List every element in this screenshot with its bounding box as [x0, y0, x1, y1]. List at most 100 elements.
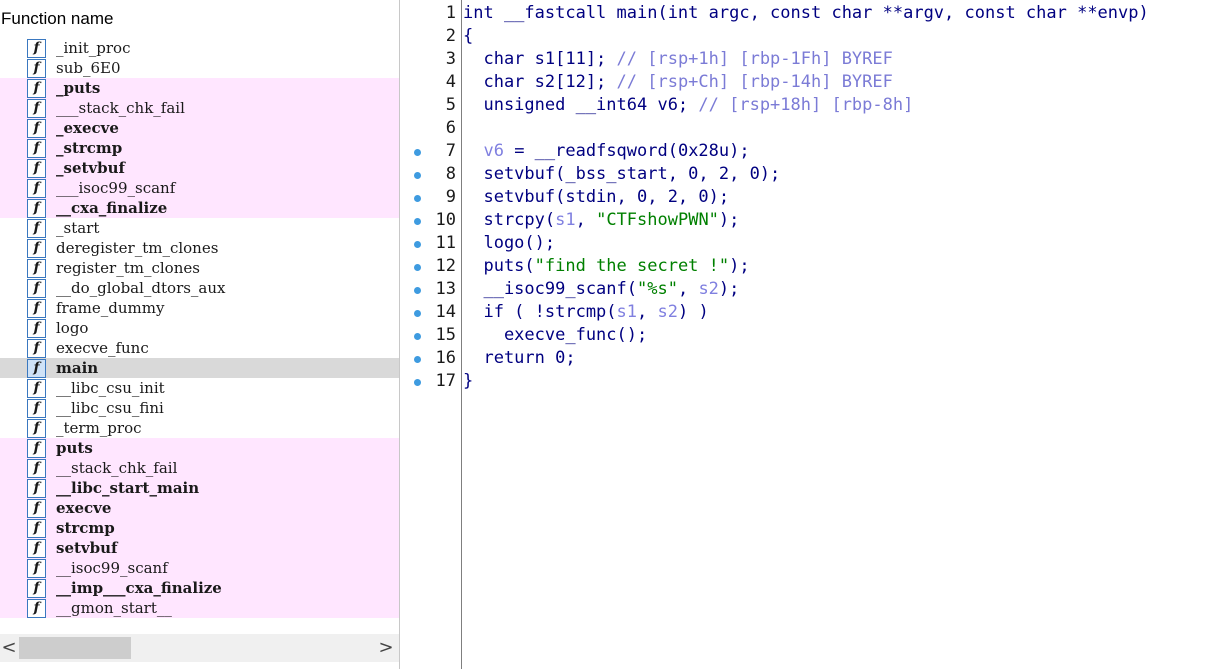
code-line[interactable]: 1 int __fastcall main(int argc, const cha… — [401, 2, 1221, 25]
function-item[interactable]: f execve — [0, 498, 399, 518]
function-item[interactable]: f ___stack_chk_fail — [0, 98, 399, 118]
code-line[interactable]: 10 strcpy(s1, "CTFshowPWN"); — [401, 209, 1221, 232]
function-icon: f — [27, 519, 46, 538]
function-item[interactable]: f __libc_csu_fini — [0, 398, 399, 418]
function-name: setvbuf — [56, 539, 118, 557]
function-icon: f — [27, 119, 46, 138]
function-item[interactable]: f _puts — [0, 78, 399, 98]
line-number: 9 — [445, 187, 456, 207]
code-line[interactable]: 7 v6 = __readfsqword(0x28u); — [401, 140, 1221, 163]
function-item[interactable]: f __do_global_dtors_aux — [0, 278, 399, 298]
function-name: _init_proc — [56, 39, 131, 57]
function-item[interactable]: f frame_dummy — [0, 298, 399, 318]
code-token: , — [575, 210, 597, 230]
code-line[interactable]: 15 execve_func(); — [401, 324, 1221, 347]
function-icon: f — [27, 319, 46, 338]
code-text: strcpy(s1, "CTFshowPWN"); — [463, 209, 739, 232]
function-name: _puts — [56, 79, 101, 97]
code-line[interactable]: 2{ — [401, 25, 1221, 48]
code-line[interactable]: 12 puts("find the secret !"); — [401, 255, 1221, 278]
function-item[interactable]: f deregister_tm_clones — [0, 238, 399, 258]
code-token: , — [677, 279, 699, 299]
function-item[interactable]: f __imp___cxa_finalize — [0, 578, 399, 598]
function-item[interactable]: f _strcmp — [0, 138, 399, 158]
function-item[interactable]: f __isoc99_scanf — [0, 558, 399, 578]
function-icon: f — [27, 39, 46, 58]
function-item[interactable]: f register_tm_clones — [0, 258, 399, 278]
function-item[interactable]: f setvbuf — [0, 538, 399, 558]
code-token: "CTFshowPWN" — [596, 210, 719, 230]
function-icon: f — [27, 339, 46, 358]
code-token: // [rsp+1h] [rbp-1Fh] BYREF — [616, 49, 893, 69]
scroll-thumb[interactable] — [19, 637, 131, 659]
function-item[interactable]: f __libc_start_main — [0, 478, 399, 498]
function-item[interactable]: f _init_proc — [0, 38, 399, 58]
function-icon: f — [27, 479, 46, 498]
function-icon: f — [27, 459, 46, 478]
function-name: __do_global_dtors_aux — [56, 279, 226, 297]
code-line[interactable]: 3 char s1[11]; // [rsp+1h] [rbp-1Fh] BYR… — [401, 48, 1221, 71]
code-text: __isoc99_scanf("%s", s2); — [463, 278, 739, 301]
line-number: 10 — [435, 210, 456, 230]
code-token: ); — [718, 210, 740, 230]
function-item[interactable]: f ___isoc99_scanf — [0, 178, 399, 198]
function-icon: f — [27, 599, 46, 618]
code-text: } — [463, 370, 473, 393]
code-token: if ( !strcmp( — [463, 302, 617, 322]
line-number: 16 — [435, 348, 456, 368]
function-name: puts — [56, 439, 93, 457]
code-token: puts( — [463, 256, 535, 276]
code-line[interactable]: 16 return 0; — [401, 347, 1221, 370]
function-icon: f — [27, 439, 46, 458]
code-token: char s2[12]; — [463, 72, 617, 92]
code-token: logo(); — [463, 233, 556, 253]
code-text: if ( !strcmp(s1, s2) ) — [463, 301, 709, 324]
code-line[interactable]: 6 — [401, 117, 1221, 140]
code-line[interactable]: 11 logo(); — [401, 232, 1221, 255]
function-item[interactable]: f _setvbuf — [0, 158, 399, 178]
functions-horizontal-scrollbar[interactable]: < > — [0, 634, 399, 662]
line-number: 3 — [445, 49, 456, 69]
code-token: s1 — [555, 210, 576, 230]
function-item[interactable]: f __libc_csu_init — [0, 378, 399, 398]
function-icon: f — [27, 399, 46, 418]
code-line[interactable]: 8 setvbuf(_bss_start, 0, 2, 0); — [401, 163, 1221, 186]
function-item[interactable]: f puts — [0, 438, 399, 458]
code-line[interactable]: 13 __isoc99_scanf("%s", s2); — [401, 278, 1221, 301]
code-line[interactable]: 4 char s2[12]; // [rsp+Ch] [rbp-14h] BYR… — [401, 71, 1221, 94]
line-number: 5 — [445, 95, 456, 115]
code-token: return 0; — [463, 348, 576, 368]
functions-column-header[interactable]: Function name — [0, 9, 399, 31]
scroll-left-arrow-icon[interactable]: < — [0, 634, 18, 662]
function-item[interactable]: f _term_proc — [0, 418, 399, 438]
function-item[interactable]: f strcmp — [0, 518, 399, 538]
function-name: __gmon_start__ — [56, 599, 172, 617]
function-item[interactable]: f __gmon_start__ — [0, 598, 399, 618]
code-text: logo(); — [463, 232, 555, 255]
code-text: v6 = __readfsqword(0x28u); — [463, 140, 749, 163]
code-line[interactable]: 9 setvbuf(stdin, 0, 2, 0); — [401, 186, 1221, 209]
code-token: ) ) — [677, 302, 709, 322]
line-number: 2 — [445, 26, 456, 46]
function-item[interactable]: f main — [0, 358, 399, 378]
function-item[interactable]: f __cxa_finalize — [0, 198, 399, 218]
function-item[interactable]: f _start — [0, 218, 399, 238]
functions-list[interactable]: f _init_proc f sub_6E0 f _puts f ___stack_chk_f… — [0, 38, 399, 620]
code-line[interactable]: 5 unsigned __int64 v6; // [rsp+18h] [rbp… — [401, 94, 1221, 117]
line-number: 7 — [445, 141, 456, 161]
code-line[interactable]: 14 if ( !strcmp(s1, s2) ) — [401, 301, 1221, 324]
function-name: __stack_chk_fail — [56, 459, 178, 477]
code-line[interactable]: 17} — [401, 370, 1221, 393]
function-item[interactable]: f __stack_chk_fail — [0, 458, 399, 478]
function-item[interactable]: f logo — [0, 318, 399, 338]
function-name: __cxa_finalize — [56, 199, 168, 217]
function-item[interactable]: f sub_6E0 — [0, 58, 399, 78]
function-item[interactable]: f _execve — [0, 118, 399, 138]
function-item[interactable]: f execve_func — [0, 338, 399, 358]
function-icon: f — [27, 499, 46, 518]
function-icon: f — [27, 99, 46, 118]
code-token: "%s" — [637, 279, 678, 299]
function-icon: f — [27, 379, 46, 398]
scroll-right-arrow-icon[interactable]: > — [377, 634, 395, 662]
